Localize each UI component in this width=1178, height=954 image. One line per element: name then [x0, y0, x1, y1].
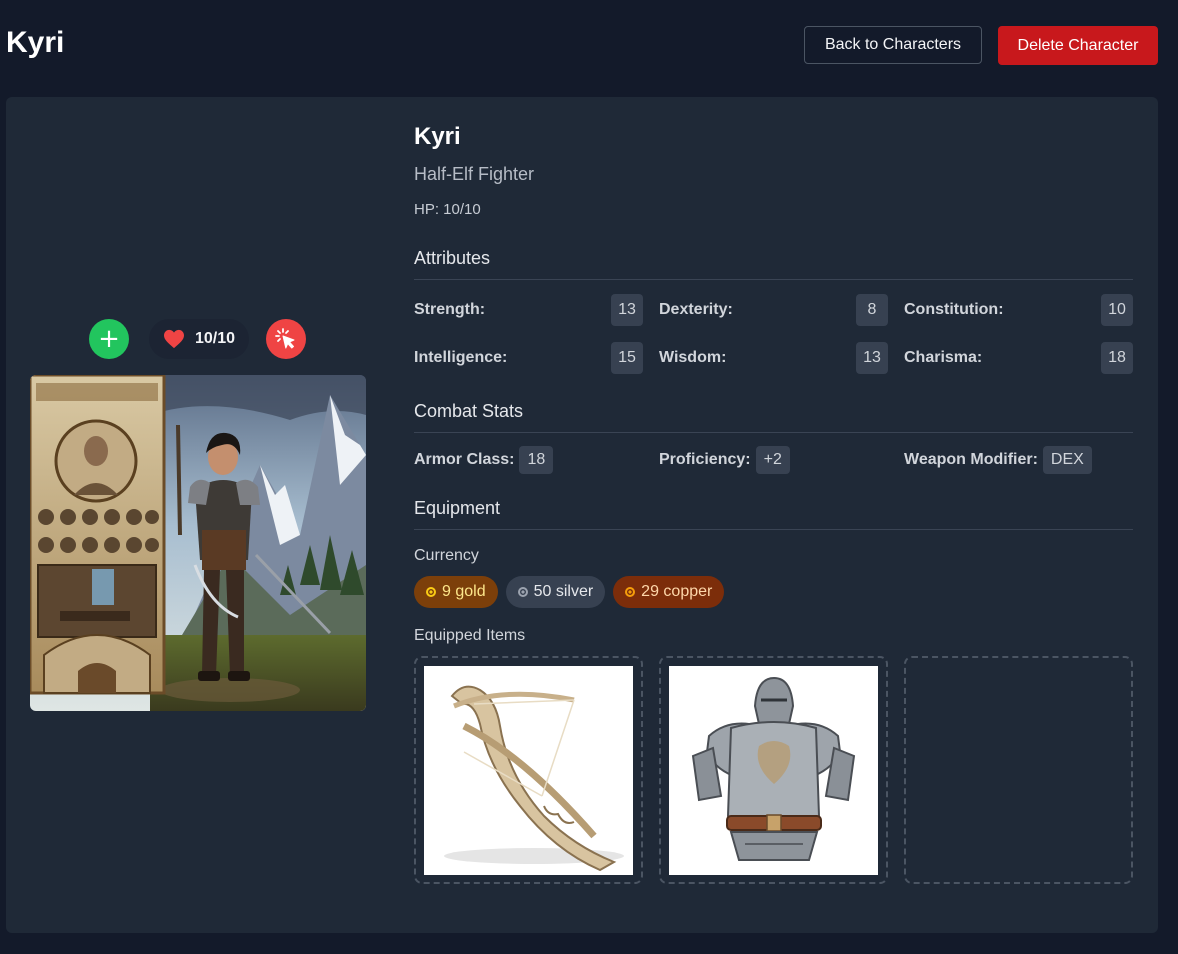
currency-gold-text: 9 gold [442, 583, 486, 600]
attribute-strength: Strength: 13 [414, 294, 643, 326]
character-card: + 10/10 Kyri Half-Elf Fighter HP: 10/10 … [6, 97, 1158, 933]
currency-copper-text: 29 copper [641, 583, 713, 600]
combat-stats-row: Armor Class: 18 Proficiency: +2 Weapon M… [414, 446, 1133, 474]
equipment-heading: Equipment [414, 498, 1133, 530]
delete-character-button[interactable]: Delete Character [998, 26, 1158, 65]
currency-list: 9 gold 50 silver 29 copper [414, 576, 725, 608]
page-title: Kyri [6, 26, 65, 59]
plus-icon: + [98, 324, 120, 354]
attribute-charisma: Charisma: 18 [904, 342, 1133, 374]
attributes-heading: Attributes [414, 248, 1133, 280]
equipped-items-label: Equipped Items [414, 627, 526, 644]
attribute-row: Strength: 13 Dexterity: 8 Constitution: … [414, 294, 1133, 326]
armor-class-label: Armor Class: [414, 451, 515, 468]
currency-copper: 29 copper [613, 576, 725, 608]
coin-icon [625, 587, 636, 597]
character-race-class: Half-Elf Fighter [414, 164, 535, 184]
crossbow-image [424, 666, 633, 875]
attribute-label: Charisma: [904, 349, 983, 366]
attribute-wisdom: Wisdom: 13 [659, 342, 888, 374]
attribute-label: Strength: [414, 301, 486, 318]
heal-button[interactable]: + [89, 319, 129, 359]
currency-silver-text: 50 silver [533, 583, 594, 600]
attribute-constitution: Constitution: 10 [904, 294, 1133, 326]
portrait-image [30, 375, 366, 711]
attribute-label: Dexterity: [659, 301, 733, 318]
armor-class-value: 18 [519, 446, 554, 474]
currency-gold: 9 gold [414, 576, 498, 608]
character-hp: HP: 10/10 [414, 201, 481, 218]
currency-label: Currency [414, 547, 479, 564]
hp-display: 10/10 [149, 319, 249, 359]
attribute-value: 13 [611, 294, 643, 326]
equipment-slot-empty[interactable] [904, 656, 1133, 884]
combat-stats-heading: Combat Stats [414, 401, 1133, 433]
attribute-value: 10 [1101, 294, 1133, 326]
attribute-value: 15 [611, 342, 643, 374]
proficiency-stat: Proficiency: +2 [659, 446, 790, 474]
currency-silver: 50 silver [505, 576, 606, 608]
attribute-value: 18 [1101, 342, 1133, 374]
coin-icon [426, 587, 436, 597]
weapon-modifier-value: DEX [1042, 446, 1092, 474]
hp-controls: + 10/10 [89, 319, 329, 359]
proficiency-value: +2 [755, 446, 790, 474]
character-name: Kyri [414, 123, 461, 150]
back-to-characters-button[interactable]: Back to Characters [804, 26, 982, 64]
weapon-modifier-stat: Weapon Modifier: DEX [904, 446, 1092, 474]
weapon-modifier-label: Weapon Modifier: [904, 451, 1038, 468]
attribute-label: Wisdom: [659, 349, 727, 366]
armor-class-stat: Armor Class: 18 [414, 446, 554, 474]
plate-armor-image [669, 666, 878, 875]
equipped-items [414, 656, 1133, 884]
hp-value: 10/10 [194, 330, 236, 347]
coin-icon [517, 587, 528, 597]
attribute-intelligence: Intelligence: 15 [414, 342, 643, 374]
attribute-row: Intelligence: 15 Wisdom: 13 Charisma: 18 [414, 342, 1133, 374]
proficiency-label: Proficiency: [659, 451, 751, 468]
equipment-slot-armor[interactable] [659, 656, 888, 884]
attack-cursor-icon [275, 328, 295, 349]
attribute-dexterity: Dexterity: 8 [659, 294, 888, 326]
attribute-value: 8 [856, 294, 888, 326]
page-header: Kyri Back to Characters Delete Character [0, 0, 1178, 92]
attribute-label: Constitution: [904, 301, 1004, 318]
attribute-label: Intelligence: [414, 349, 508, 366]
damage-button[interactable] [266, 319, 306, 359]
equipment-slot-weapon[interactable] [414, 656, 643, 884]
attribute-value: 13 [856, 342, 888, 374]
character-portrait [30, 375, 366, 711]
heart-icon [163, 329, 184, 349]
